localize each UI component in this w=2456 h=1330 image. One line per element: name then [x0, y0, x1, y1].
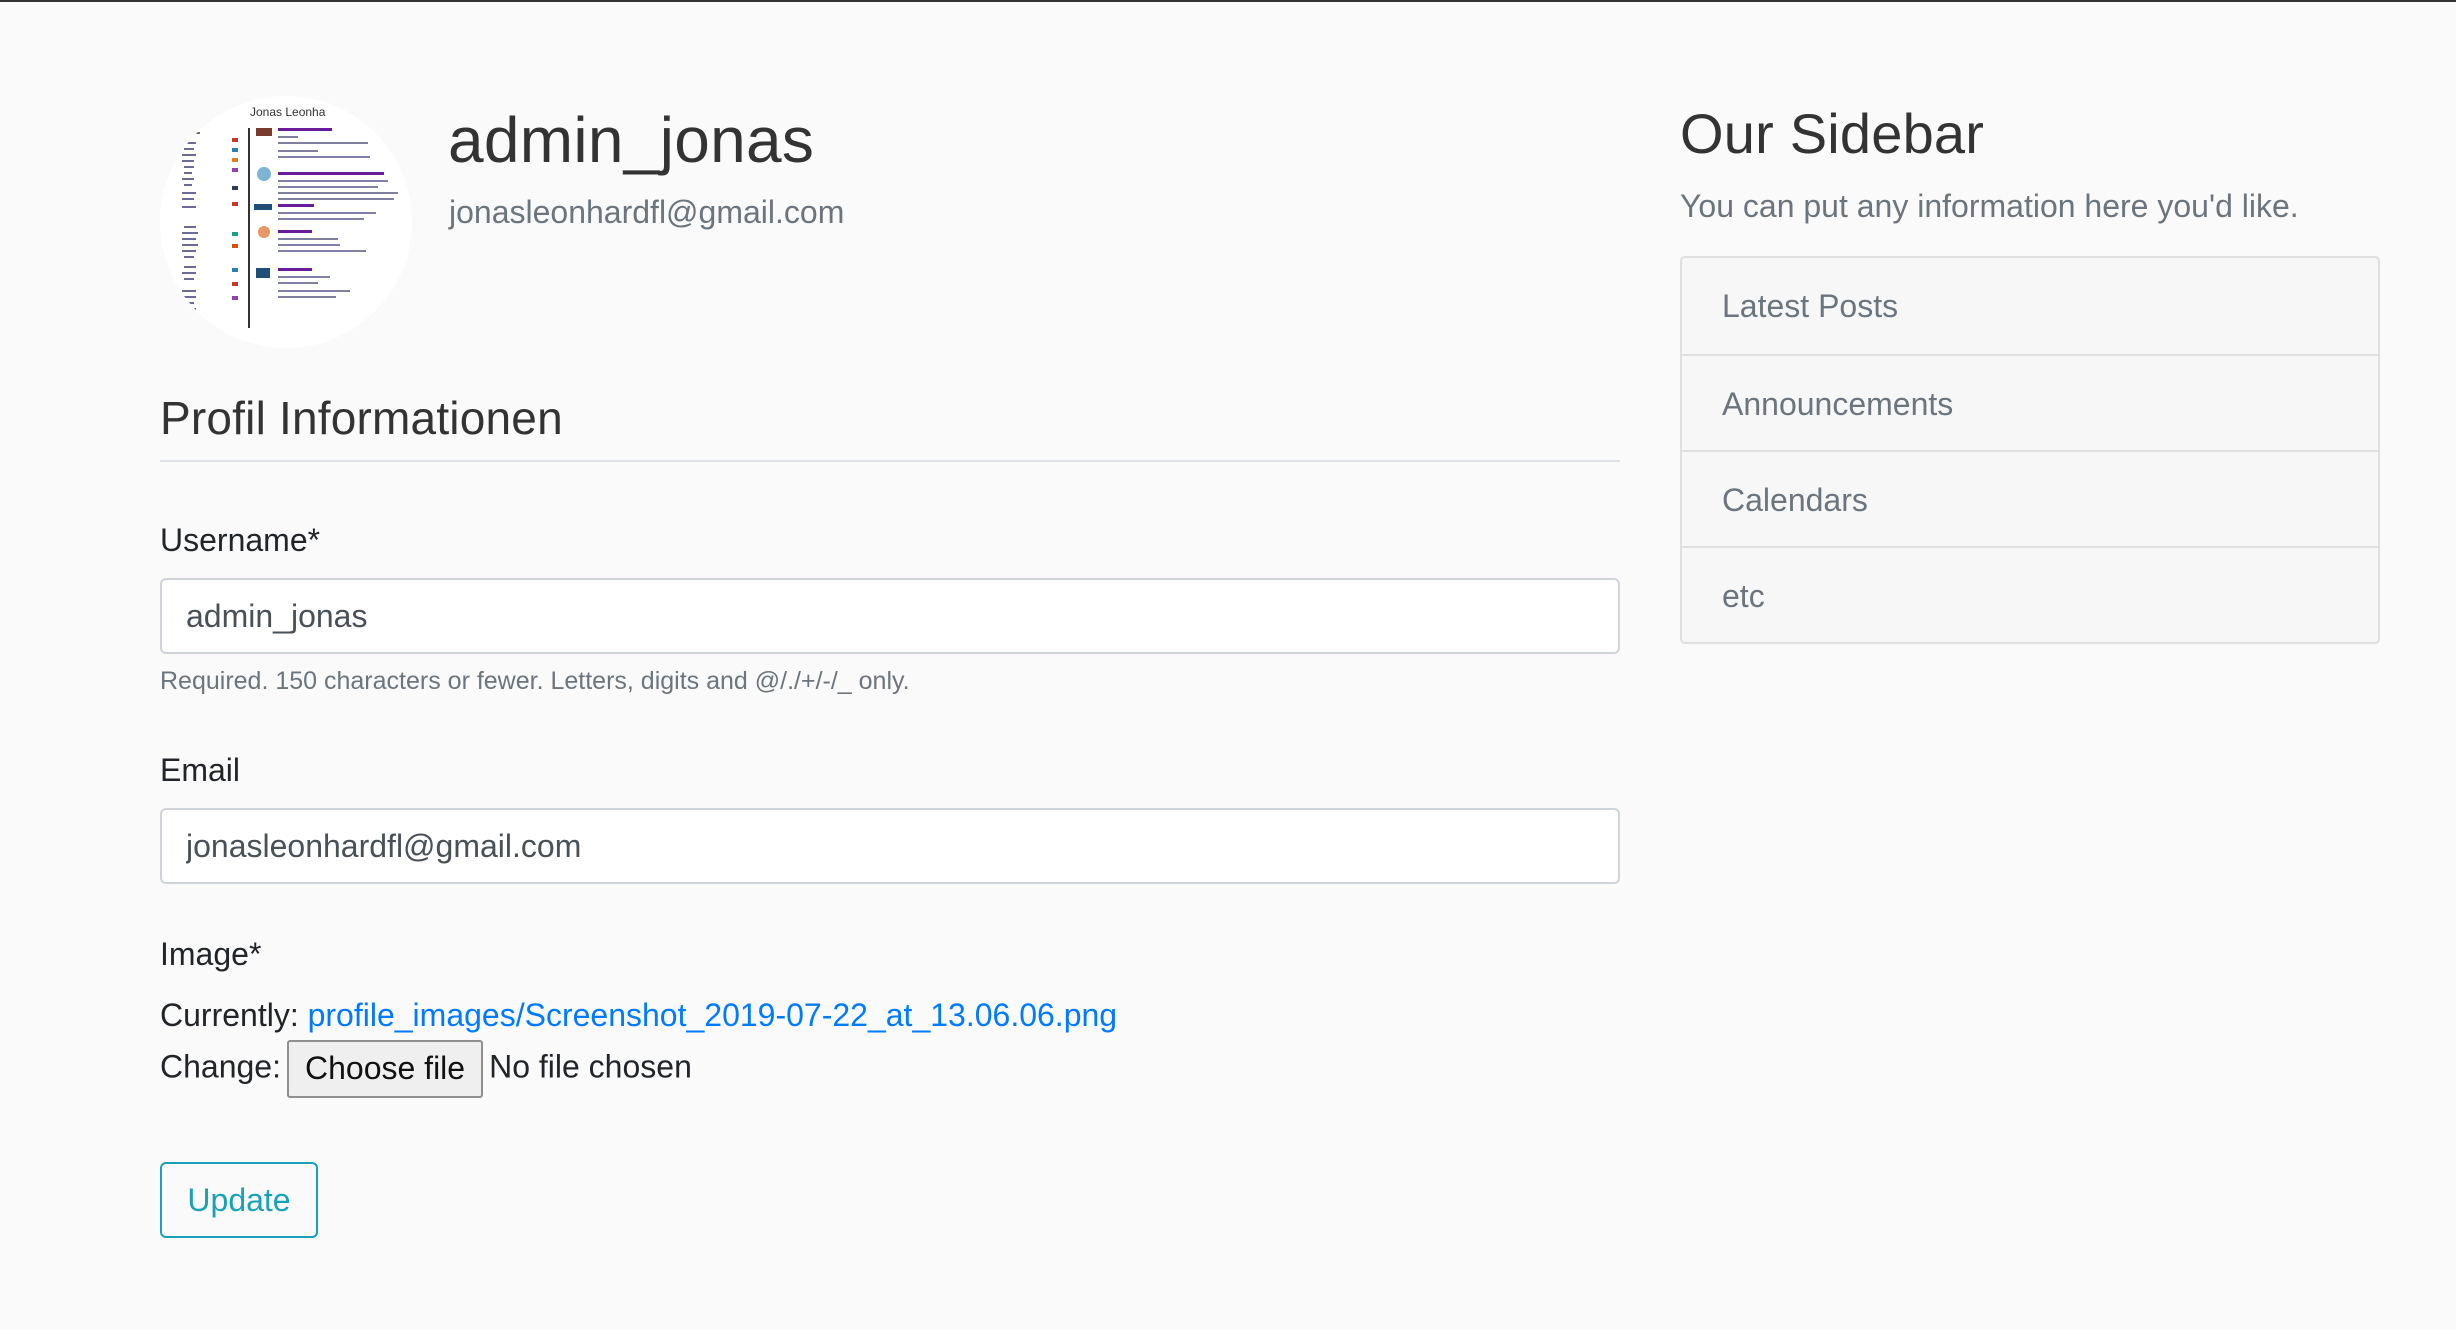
avatar-heading: Jonas Leonha: [250, 105, 326, 119]
change-label: Change:: [160, 1048, 281, 1085]
currently-label: Currently:: [160, 997, 299, 1033]
profile-header: Jonas Leonha admin_jonas jonasleonhardfl…: [160, 96, 1620, 348]
email-input[interactable]: [160, 808, 1620, 884]
sidebar-subtitle: You can put any information here you'd l…: [1680, 188, 2299, 224]
update-button[interactable]: Update: [160, 1162, 318, 1238]
main-content: Jonas Leonha admin_jonas jonasleonhardfl…: [160, 96, 1620, 1238]
profile-username: admin_jonas: [448, 104, 815, 176]
choose-file-button[interactable]: Choose file: [286, 1040, 484, 1098]
profile-email: jonasleonhardfl@gmail.com: [449, 194, 845, 230]
no-file-chosen-text: No file chosen: [489, 1048, 692, 1085]
form-legend: Profil Informationen: [160, 386, 1620, 462]
change-image-row: Change: Choose file No file chosen: [160, 1040, 692, 1098]
sidebar-title: Our Sidebar: [1680, 102, 1985, 165]
username-help-text: Required. 150 characters or fewer. Lette…: [160, 667, 910, 695]
username-label: Username*: [160, 522, 321, 558]
sidebar-item-calendars[interactable]: Calendars: [1682, 450, 2378, 546]
sidebar-item-latest-posts[interactable]: Latest Posts: [1682, 258, 2378, 354]
email-label: Email: [160, 752, 241, 788]
username-input[interactable]: [160, 578, 1620, 654]
current-image-row: Currently: profile_images/Screenshot_201…: [160, 992, 1117, 1038]
sidebar-item-etc[interactable]: etc: [1682, 546, 2378, 642]
image-label: Image*: [160, 936, 262, 972]
sidebar: Our Sidebar You can put any information …: [1680, 96, 2380, 644]
window-top-border: [0, 0, 2456, 2]
avatar: Jonas Leonha: [160, 96, 412, 348]
sidebar-item-announcements[interactable]: Announcements: [1682, 354, 2378, 450]
avatar-resume-thumbnail: Jonas Leonha: [160, 96, 412, 348]
sidebar-list: Latest Posts Announcements Calendars etc: [1680, 256, 2380, 644]
current-image-link[interactable]: profile_images/Screenshot_2019-07-22_at_…: [308, 997, 1117, 1033]
